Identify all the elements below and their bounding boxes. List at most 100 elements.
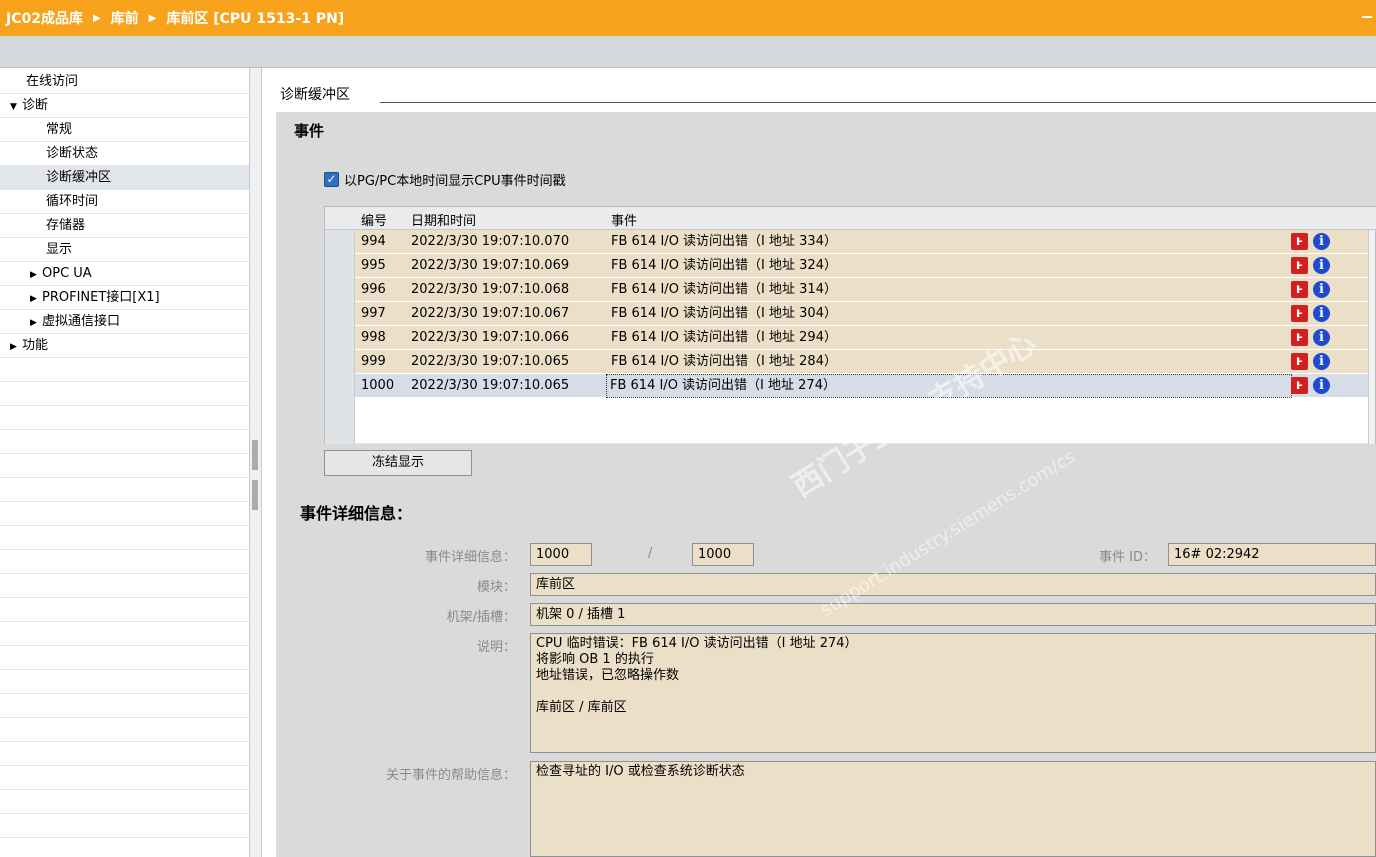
description-label: 说明： <box>476 640 516 655</box>
wrench-icon: ⱶ <box>1291 281 1308 298</box>
chevron-right-icon[interactable]: ▶ <box>10 335 22 359</box>
sidebar-item-memory[interactable]: 存储器 <box>0 214 249 238</box>
info-icon: i <box>1313 353 1330 370</box>
row-header[interactable] <box>325 326 355 350</box>
local-time-checkbox[interactable]: ✓ <box>324 172 339 187</box>
chevron-right-icon[interactable]: ▶ <box>30 287 42 311</box>
table-row[interactable]: 995 2022/3/30 19:07:10.069 FB 614 I/O 读访… <box>325 254 1370 278</box>
section-divider <box>380 102 1376 103</box>
events-table: 编号 日期和时间 事件 994 2022/3/30 19:07:10.070 F… <box>324 206 1376 444</box>
wrench-icon: ⱶ <box>1291 257 1308 274</box>
sidebar-item-general[interactable]: 常规 <box>0 118 249 142</box>
event-id-field[interactable]: 16# 02:2942 <box>1168 543 1376 566</box>
cell-num: 1000 <box>361 378 395 393</box>
table-row[interactable]: 998 2022/3/30 19:07:10.066 FB 614 I/O 读访… <box>325 326 1370 350</box>
cell-num: 996 <box>361 282 386 297</box>
cell-num: 994 <box>361 234 386 249</box>
chevron-down-icon[interactable]: ▼ <box>10 95 22 119</box>
row-header[interactable] <box>325 302 355 326</box>
sidebar-item-opc-ua[interactable]: ▶ OPC UA <box>0 262 249 286</box>
cell-event: FB 614 I/O 读访问出错（I 地址 274） <box>606 374 1292 398</box>
sidebar-item-diagnostic-buffer[interactable]: 诊断缓冲区 <box>0 166 249 190</box>
sidebar-item-label: 诊断状态 <box>46 146 99 161</box>
detail-index-field[interactable]: 1000 <box>530 543 592 566</box>
cell-num: 995 <box>361 258 386 273</box>
sidebar-item-label: 常规 <box>46 122 73 137</box>
row-header[interactable] <box>325 254 355 278</box>
rack-slot-label: 机架/插槽： <box>446 610 516 625</box>
info-icon: i <box>1313 233 1330 250</box>
sidebar-item-diagnostics[interactable]: ▼ 诊断 <box>0 94 249 118</box>
info-icon: i <box>1313 281 1330 298</box>
sidebar-item-label: 诊断 <box>22 98 49 113</box>
column-header-num[interactable]: 编号 <box>361 210 387 229</box>
table-row[interactable]: 994 2022/3/30 19:07:10.070 FB 614 I/O 读访… <box>325 230 1370 254</box>
module-label: 模块： <box>476 580 516 595</box>
table-row[interactable]: 996 2022/3/30 19:07:10.068 FB 614 I/O 读访… <box>325 278 1370 302</box>
table-scrollbar[interactable] <box>1368 230 1375 444</box>
breadcrumb-device[interactable]: 库前区 [CPU 1513-1 PN] <box>166 8 344 28</box>
help-field[interactable]: 检查寻址的 I/O 或检查系统诊断状态 <box>530 761 1376 857</box>
wrench-icon: ⱶ <box>1291 233 1308 250</box>
table-row-empty <box>325 421 1370 444</box>
sidebar-item-online-access[interactable]: 在线访问 <box>0 70 249 94</box>
event-details-heading: 事件详细信息： <box>300 504 413 523</box>
info-icon: i <box>1313 305 1330 322</box>
table-row[interactable]: 997 2022/3/30 19:07:10.067 FB 614 I/O 读访… <box>325 302 1370 326</box>
sidebar-item-diagnostic-status[interactable]: 诊断状态 <box>0 142 249 166</box>
info-icon: i <box>1313 257 1330 274</box>
column-header-event[interactable]: 事件 <box>611 210 637 229</box>
local-time-option[interactable]: ✓ 以PG/PC本地时间显示CPU事件时间戳 <box>324 170 566 189</box>
cell-datetime: 2022/3/30 19:07:10.065 <box>411 378 570 393</box>
cell-event: FB 614 I/O 读访问出错（I 地址 284） <box>611 354 837 369</box>
breadcrumb-separator-icon: ▶ <box>92 12 101 24</box>
wrench-icon: ⱶ <box>1291 329 1308 346</box>
sidebar-item-cycle-time[interactable]: 循环时间 <box>0 190 249 214</box>
toolbar <box>0 36 1376 68</box>
cell-datetime: 2022/3/30 19:07:10.065 <box>411 354 570 369</box>
breadcrumb-station[interactable]: 库前 <box>111 8 139 28</box>
breadcrumb-project[interactable]: JC02成品库 <box>6 8 83 28</box>
row-header[interactable] <box>325 230 355 254</box>
sidebar-item-label: 在线访问 <box>26 74 79 89</box>
sidebar-item-functions[interactable]: ▶ 功能 <box>0 334 249 358</box>
column-header-datetime[interactable]: 日期和时间 <box>411 210 476 229</box>
chevron-right-icon[interactable]: ▶ <box>30 263 42 287</box>
row-header <box>325 421 355 444</box>
row-header[interactable] <box>325 374 355 398</box>
detail-total-field[interactable]: 1000 <box>692 543 754 566</box>
info-icon: i <box>1313 329 1330 346</box>
wrench-icon: ⱶ <box>1291 305 1308 322</box>
events-heading: 事件 <box>294 122 325 140</box>
cell-event: FB 614 I/O 读访问出错（I 地址 334） <box>611 234 837 249</box>
cell-num: 999 <box>361 354 386 369</box>
panel-splitter[interactable] <box>250 68 262 857</box>
collapse-right-handle[interactable] <box>252 480 258 510</box>
row-header <box>325 398 355 422</box>
sidebar-item-profinet[interactable]: ▶ PROFINET接口[X1] <box>0 286 249 310</box>
collapse-left-handle[interactable] <box>252 440 258 470</box>
module-field[interactable]: 库前区 <box>530 573 1376 596</box>
sidebar-item-virtual-comm[interactable]: ▶ 虚拟通信接口 <box>0 310 249 334</box>
freeze-display-button[interactable]: 冻结显示 <box>324 450 472 476</box>
wrench-icon: ⱶ <box>1291 377 1308 394</box>
help-label: 关于事件的帮助信息： <box>385 768 516 783</box>
cell-event: FB 614 I/O 读访问出错（I 地址 324） <box>611 258 837 273</box>
detail-separator: / <box>648 546 653 561</box>
cell-num: 998 <box>361 330 386 345</box>
description-field[interactable]: CPU 临时错误：FB 614 I/O 读访问出错（I 地址 274） 将影响 … <box>530 633 1376 753</box>
cell-datetime: 2022/3/30 19:07:10.069 <box>411 258 570 273</box>
row-header[interactable] <box>325 278 355 302</box>
sidebar-item-label: OPC UA <box>42 266 92 281</box>
local-time-checkbox-label: 以PG/PC本地时间显示CPU事件时间戳 <box>344 174 566 189</box>
rack-slot-field[interactable]: 机架 0 / 插槽 1 <box>530 603 1376 626</box>
table-row[interactable]: 999 2022/3/30 19:07:10.065 FB 614 I/O 读访… <box>325 350 1370 374</box>
chevron-right-icon[interactable]: ▶ <box>30 311 42 335</box>
minimize-icon[interactable] <box>1362 16 1372 18</box>
main-content: 诊断缓冲区 事件 ✓ 以PG/PC本地时间显示CPU事件时间戳 编号 日期和时间… <box>262 68 1376 857</box>
sidebar-item-display[interactable]: 显示 <box>0 238 249 262</box>
table-header: 编号 日期和时间 事件 <box>325 207 1376 230</box>
table-row-selected[interactable]: 1000 2022/3/30 19:07:10.065 FB 614 I/O 读… <box>325 374 1370 398</box>
window-titlebar: JC02成品库 ▶ 库前 ▶ 库前区 [CPU 1513-1 PN] <box>0 0 1376 36</box>
row-header[interactable] <box>325 350 355 374</box>
